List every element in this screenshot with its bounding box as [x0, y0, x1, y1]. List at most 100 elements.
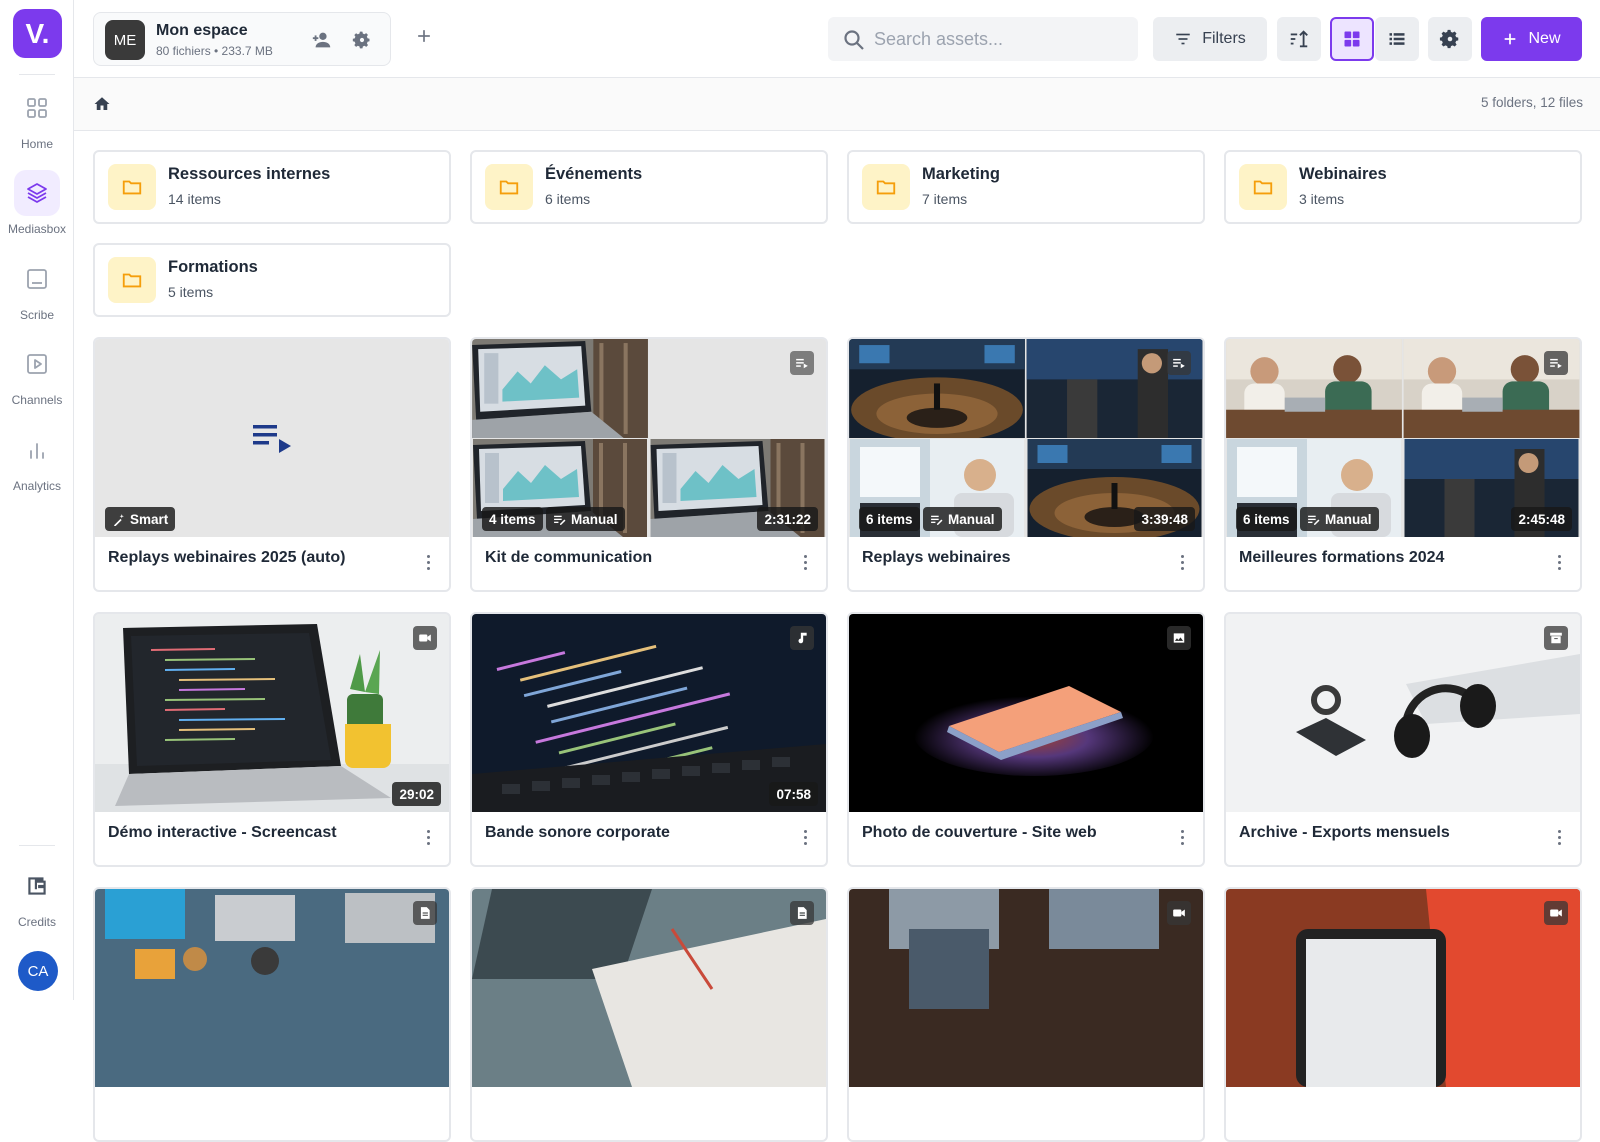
- new-label: New: [1528, 30, 1561, 47]
- file-card[interactable]: 29:02 Démo interactive - Screencast: [93, 612, 451, 867]
- file-card[interactable]: Archive - Exports mensuels: [1224, 612, 1582, 867]
- folder-card[interactable]: Ressources internes 14 items: [93, 150, 451, 224]
- video-icon: [1167, 901, 1191, 925]
- items-count-badge: 6 items: [1236, 507, 1297, 531]
- filters-button[interactable]: Filters: [1153, 17, 1267, 61]
- file-thumbnail: [849, 614, 1203, 812]
- settings-button[interactable]: [1428, 17, 1472, 61]
- sidebar-divider: [19, 845, 55, 846]
- file-card[interactable]: Photo de couverture - Site web: [847, 612, 1205, 867]
- playlist-card[interactable]: 6 items Manual 3:39:48 Replays webinaire…: [847, 337, 1205, 592]
- duration-badge: 3:39:48: [1134, 507, 1195, 531]
- file-card[interactable]: [93, 887, 451, 1142]
- file-thumbnail: [95, 889, 449, 1087]
- sort-icon: [1290, 30, 1308, 48]
- more-options-icon[interactable]: [421, 827, 435, 847]
- home-icon[interactable]: [93, 95, 111, 118]
- more-options-icon[interactable]: [1552, 552, 1566, 572]
- filters-label: Filters: [1202, 30, 1246, 47]
- folder-name: Ressources internes: [168, 165, 331, 183]
- folder-card[interactable]: Marketing 7 items: [847, 150, 1205, 224]
- folder-card[interactable]: Webinaires 3 items: [1224, 150, 1582, 224]
- card-title: Meilleures formations 2024: [1239, 549, 1445, 566]
- folder-card[interactable]: Formations 5 items: [93, 243, 451, 317]
- workspace-switcher[interactable]: ME Mon espace 80 fichiers • 233.7 MB: [93, 12, 391, 66]
- layers-icon: [14, 170, 60, 216]
- duration-badge: 2:31:22: [757, 507, 818, 531]
- sidebar-item-scribe[interactable]: Scribe: [0, 256, 74, 322]
- manual-badge: Manual: [546, 507, 625, 531]
- folder-icon: [1239, 164, 1287, 210]
- sidebar-item-label: Channels: [11, 393, 63, 407]
- sidebar-item-channels[interactable]: Channels: [0, 341, 74, 407]
- file-thumbnail: [1226, 889, 1580, 1087]
- playlist-icon: [253, 423, 293, 460]
- filter-icon: [1176, 33, 1190, 45]
- sidebar-item-label: Credits: [17, 915, 56, 929]
- document-icon: [790, 901, 814, 925]
- smart-badge: Smart: [105, 507, 176, 531]
- new-button[interactable]: New: [1481, 17, 1582, 61]
- play-square-icon: [14, 341, 60, 387]
- file-card[interactable]: [847, 887, 1205, 1142]
- playlist-thumbnail: 6 items Manual 2:45:48: [1226, 339, 1580, 537]
- playlist-mode: Smart: [130, 511, 169, 527]
- gear-icon: [1439, 29, 1459, 49]
- file-card[interactable]: [470, 887, 828, 1142]
- gear-icon[interactable]: [350, 28, 374, 52]
- plus-icon: [1505, 33, 1516, 45]
- file-thumbnail: [849, 889, 1203, 1087]
- search-icon: [844, 30, 864, 50]
- file-card[interactable]: 07:58 Bande sonore corporate: [470, 612, 828, 867]
- app-logo[interactable]: V.: [13, 9, 62, 58]
- archive-icon: [1544, 626, 1568, 650]
- folder-card[interactable]: Événements 6 items: [470, 150, 828, 224]
- file-card[interactable]: [1224, 887, 1582, 1142]
- playlist-thumbnail: Smart: [95, 339, 449, 537]
- document-icon: [413, 901, 437, 925]
- video-icon: [413, 626, 437, 650]
- file-thumbnail: [472, 889, 826, 1087]
- file-thumbnail: [1226, 614, 1580, 812]
- playlist-edit-icon: [1308, 515, 1320, 525]
- sidebar-item-label: Scribe: [19, 308, 54, 322]
- folder-count: 6 items: [545, 191, 591, 207]
- more-options-icon[interactable]: [798, 827, 812, 847]
- playlist-card[interactable]: 6 items Manual 2:45:48 Meilleures format…: [1224, 337, 1582, 592]
- playlist-icon: [1167, 351, 1191, 375]
- sidebar-item-mediasbox[interactable]: Mediasbox: [0, 170, 74, 236]
- workspace-name: Mon espace: [156, 22, 248, 39]
- list-view-button[interactable]: [1375, 17, 1419, 61]
- folder-name: Formations: [168, 258, 258, 276]
- sidebar-item-analytics[interactable]: Analytics: [0, 427, 74, 493]
- more-options-icon[interactable]: [1175, 827, 1189, 847]
- more-options-icon[interactable]: [421, 552, 435, 572]
- folder-count: 5 items: [168, 284, 214, 300]
- add-workspace-icon[interactable]: [414, 26, 434, 51]
- card-title: Kit de communication: [485, 549, 653, 566]
- folder-name: Marketing: [922, 165, 1000, 183]
- user-avatar[interactable]: CA: [18, 951, 58, 991]
- file-thumbnail: 07:58: [472, 614, 826, 812]
- grid-view-button[interactable]: [1330, 17, 1374, 61]
- sidebar-item-label: Analytics: [12, 479, 62, 493]
- sidebar-item-credits[interactable]: Credits: [0, 863, 74, 929]
- more-options-icon[interactable]: [1552, 827, 1566, 847]
- items-count-badge: 4 items: [482, 507, 543, 531]
- playlist-card[interactable]: 4 items Manual 2:31:22 Kit de communicat…: [470, 337, 828, 592]
- sidebar-divider: [19, 74, 55, 75]
- playlist-card[interactable]: Smart Replays webinaires 2025 (auto): [93, 337, 451, 592]
- sidebar-item-home[interactable]: Home: [0, 85, 74, 151]
- playlist-mode: Manual: [948, 511, 995, 527]
- more-options-icon[interactable]: [1175, 552, 1189, 572]
- search-input[interactable]: [874, 17, 1124, 61]
- duration-badge: 2:45:48: [1511, 507, 1572, 531]
- more-options-icon[interactable]: [798, 552, 812, 572]
- duration-badge: 29:02: [392, 782, 441, 806]
- wallet-icon: [14, 863, 60, 909]
- workspace-avatar: ME: [105, 20, 145, 60]
- add-member-icon[interactable]: [310, 28, 334, 52]
- folder-icon: [108, 164, 156, 210]
- playlist-mode: Manual: [1325, 511, 1372, 527]
- sort-button[interactable]: [1277, 17, 1321, 61]
